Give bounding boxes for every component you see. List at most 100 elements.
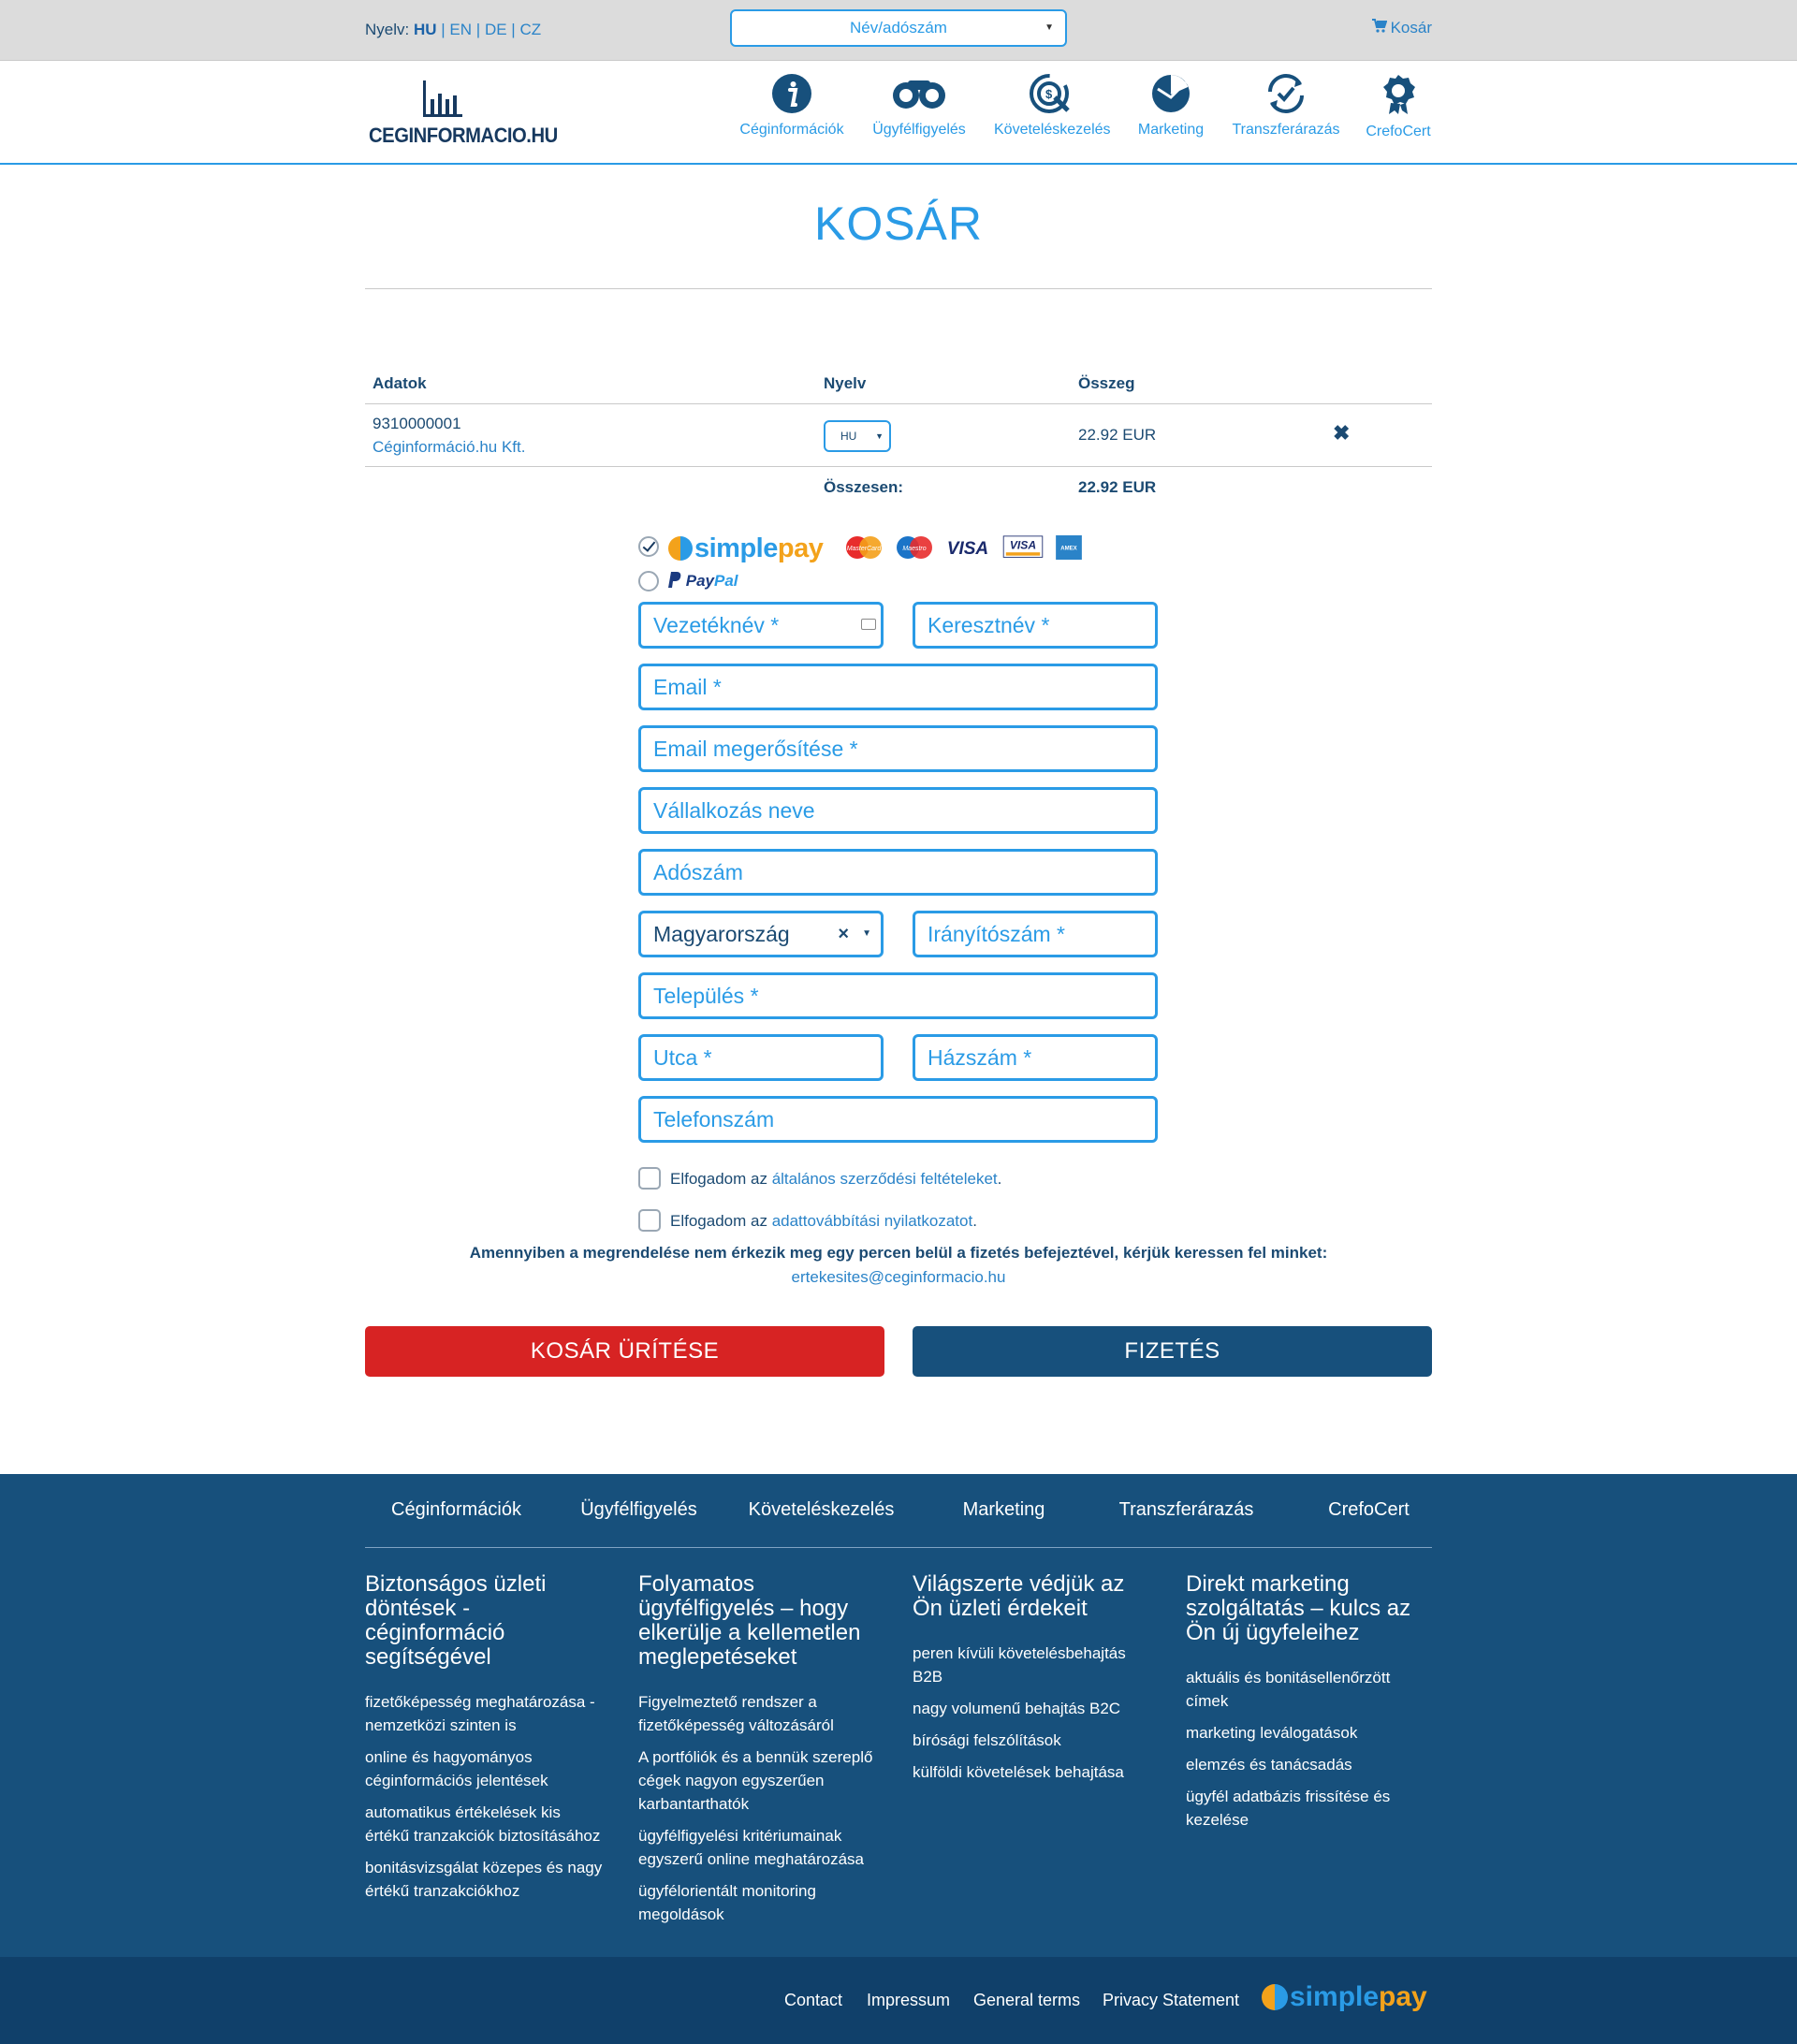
simplepay-radio[interactable] bbox=[638, 536, 659, 557]
language-value: HU bbox=[840, 430, 857, 443]
street-field[interactable]: Utca * bbox=[638, 1034, 884, 1081]
footer-link[interactable]: automatikus értékelések kis értékű tranz… bbox=[365, 1801, 608, 1847]
nav-ugyfelfigyeles[interactable]: Ügyfélfigyelés bbox=[869, 73, 970, 139]
nav-marketing[interactable]: Marketing bbox=[1136, 73, 1205, 139]
payment-option-simplepay[interactable]: simplepay MasterCard Maestro VISA VISA A… bbox=[638, 533, 1106, 563]
clear-icon[interactable]: × bbox=[838, 913, 849, 955]
footer-link[interactable]: külföldi követelések behajtása bbox=[913, 1760, 1156, 1784]
footer-column: Biztonságos üzleti döntések - céginformá… bbox=[365, 1572, 608, 1911]
search-type-select[interactable]: Név/adószám ▼ bbox=[730, 9, 1067, 47]
cart-link[interactable]: Kosár bbox=[1371, 19, 1432, 37]
svg-text:MasterCard: MasterCard bbox=[847, 546, 883, 552]
cart-icon bbox=[1371, 19, 1387, 37]
col-header-amount: Összeg bbox=[1078, 374, 1135, 392]
footer-link[interactable]: bírósági felszólítások bbox=[913, 1729, 1156, 1752]
footer-link[interactable]: bonitásvizsgálat közepes és nagy értékű … bbox=[365, 1856, 608, 1903]
general-terms-link[interactable]: General terms bbox=[973, 1991, 1080, 2010]
payment-option-paypal[interactable]: PayPal bbox=[638, 568, 825, 596]
visa-icon: VISA bbox=[947, 539, 988, 559]
contact-email-link[interactable]: ertekesites@ceginformacio.hu bbox=[0, 1268, 1797, 1287]
nav-crefocert[interactable]: CrefoCert bbox=[1363, 73, 1434, 140]
footer-link[interactable]: aktuális és bonitásellenőrzött címek bbox=[1186, 1666, 1429, 1713]
lang-en[interactable]: EN bbox=[449, 21, 472, 38]
debt-target-icon: $ bbox=[1030, 74, 1070, 113]
chevron-down-icon: ▼ bbox=[875, 431, 884, 441]
total-value: 22.92 EUR bbox=[1078, 478, 1157, 496]
simplepay-icon bbox=[668, 536, 693, 561]
footer-link[interactable]: ügyfélfigyelési kritériumainak egyszerű … bbox=[638, 1824, 882, 1871]
house-number-field[interactable]: Házszám * bbox=[913, 1034, 1158, 1081]
footer-nav-item[interactable]: Marketing bbox=[913, 1499, 1095, 1521]
footer-link[interactable]: A portfóliók és a bennük szereplő cégek … bbox=[638, 1745, 882, 1816]
contact-link[interactable]: Contact bbox=[784, 1991, 842, 2010]
award-badge-icon bbox=[1383, 75, 1415, 114]
email-confirm-field[interactable]: Email megerősítése * bbox=[638, 725, 1158, 772]
privacy-statement-link[interactable]: Privacy Statement bbox=[1103, 1991, 1239, 2010]
data-transfer-checkbox[interactable] bbox=[638, 1209, 661, 1232]
email-field[interactable]: Email * bbox=[638, 664, 1158, 710]
close-icon: ✖ bbox=[1333, 421, 1351, 445]
nav-transzferarazas[interactable]: Transzferárazás bbox=[1230, 73, 1342, 139]
zip-field[interactable]: Irányítószám * bbox=[913, 911, 1158, 957]
bottom-bar: Contact Impressum General terms Privacy … bbox=[0, 1957, 1797, 2044]
country-value: Magyarország bbox=[653, 922, 790, 946]
footer-link[interactable]: online és hagyományos céginformációs jel… bbox=[365, 1745, 608, 1792]
empty-cart-button[interactable]: KOSÁR ÜRÍTÉSE bbox=[365, 1326, 884, 1377]
lang-hu[interactable]: HU bbox=[414, 21, 437, 38]
data-transfer-consent: Elfogadom az adattovábbítási nyilatkozat… bbox=[638, 1209, 1106, 1232]
footer-link[interactable]: Figyelmeztető rendszer a fizetőképesség … bbox=[638, 1690, 882, 1737]
cart-item-language-select[interactable]: HU ▼ bbox=[824, 420, 891, 452]
footer-nav-item[interactable]: CrefoCert bbox=[1278, 1499, 1460, 1521]
language-switcher: Nyelv: HU | EN | DE | CZ bbox=[365, 21, 542, 38]
terms-checkbox[interactable] bbox=[638, 1167, 661, 1190]
footer-link[interactable]: fizetőképesség meghatározása - nemzetköz… bbox=[365, 1690, 608, 1737]
footer-link[interactable]: peren kívüli követelésbehajtás B2B bbox=[913, 1642, 1156, 1688]
footer-nav-item[interactable]: Ügyfélfigyelés bbox=[548, 1499, 730, 1521]
info-icon bbox=[772, 74, 811, 113]
first-name-field[interactable]: Keresztnév * bbox=[913, 602, 1158, 649]
footer-link[interactable]: ügyfélorientált monitoring megoldások bbox=[638, 1879, 882, 1926]
footer-column-title: Világszerte védjük az Ön üzleti érdekeit bbox=[913, 1571, 1125, 1621]
company-name-field[interactable]: Vállalkozás neve bbox=[638, 787, 1158, 834]
consent-label: Elfogadom az bbox=[670, 1170, 767, 1188]
cart-item-company-link[interactable]: Céginformáció.hu Kft. bbox=[373, 438, 525, 457]
paypal-radio[interactable] bbox=[638, 571, 659, 591]
contact-card-icon bbox=[861, 619, 876, 630]
company-name-placeholder: Vállalkozás neve bbox=[653, 798, 815, 823]
divider bbox=[365, 466, 1432, 467]
country-select[interactable]: Magyarország × ▼ bbox=[638, 911, 884, 957]
terms-link[interactable]: általános szerződési feltételeket bbox=[772, 1170, 998, 1188]
lang-cz[interactable]: CZ bbox=[519, 21, 541, 38]
divider bbox=[365, 403, 1432, 404]
tax-number-field[interactable]: Adószám bbox=[638, 849, 1158, 896]
footer-column-title: Folyamatos ügyfélfigyelés – hogy elkerül… bbox=[638, 1571, 861, 1670]
impressum-link[interactable]: Impressum bbox=[867, 1991, 950, 2010]
nav-koveteleskezeles[interactable]: $ Követeléskezelés bbox=[994, 73, 1111, 139]
footer-nav-item[interactable]: Céginformációk bbox=[365, 1499, 548, 1521]
binoculars-icon bbox=[893, 80, 945, 109]
footer-nav-item[interactable]: Transzferárazás bbox=[1095, 1499, 1278, 1521]
terms-consent: Elfogadom az általános szerződési feltét… bbox=[638, 1167, 1106, 1190]
lang-de[interactable]: DE bbox=[485, 21, 507, 38]
footer-link[interactable]: marketing leválogatások bbox=[1186, 1721, 1429, 1745]
footer-link[interactable]: ügyfél adatbázis frissítése és kezelése bbox=[1186, 1785, 1429, 1832]
footer-column: Folyamatos ügyfélfigyelés – hogy elkerül… bbox=[638, 1572, 882, 1934]
data-transfer-link[interactable]: adattovábbítási nyilatkozatot bbox=[772, 1212, 973, 1230]
footer-link[interactable]: elemzés és tanácsadás bbox=[1186, 1753, 1429, 1776]
maestro-icon: Maestro bbox=[897, 536, 932, 559]
city-field[interactable]: Település * bbox=[638, 972, 1158, 1019]
site-logo[interactable]: CEGINFORMACIO.HU bbox=[369, 79, 558, 149]
last-name-field[interactable]: Vezetéknév * bbox=[638, 602, 884, 649]
footer-nav: Céginformációk Ügyfélfigyelés Követelésk… bbox=[365, 1474, 1432, 1548]
cart-item-amount: 22.92 EUR bbox=[1078, 426, 1157, 444]
nav-label: Transzferárazás bbox=[1232, 122, 1340, 138]
svg-text:VISA: VISA bbox=[1010, 539, 1036, 552]
email-confirm-placeholder: Email megerősítése * bbox=[653, 737, 858, 761]
footer-nav-item[interactable]: Követeléskezelés bbox=[730, 1499, 913, 1521]
footer-link[interactable]: nagy volumenű behajtás B2C bbox=[913, 1697, 1156, 1720]
remove-item-button[interactable]: ✖ bbox=[1333, 421, 1350, 445]
street-placeholder: Utca * bbox=[653, 1045, 712, 1070]
phone-field[interactable]: Telefonszám bbox=[638, 1096, 1158, 1143]
nav-ceginformaciok[interactable]: Céginformációk bbox=[739, 73, 844, 139]
pay-button[interactable]: FIZETÉS bbox=[913, 1326, 1432, 1377]
